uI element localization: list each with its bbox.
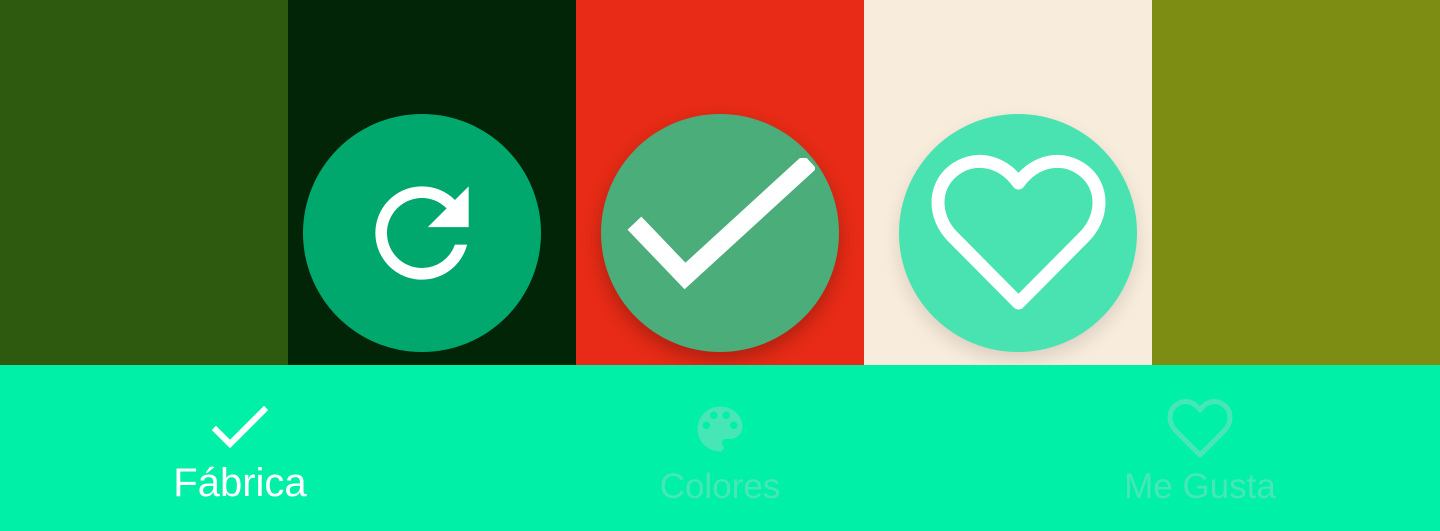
color-swatch-5[interactable] [1152, 0, 1440, 365]
nav-item-colores[interactable]: Colores [480, 365, 960, 531]
nav-item-me-gusta[interactable]: Me Gusta [960, 365, 1440, 531]
like-button[interactable] [899, 114, 1137, 352]
palette-icon [686, 395, 754, 463]
bottom-navigation: Fábrica Colores Me Gusta [0, 365, 1440, 531]
nav-label-fabrica: Fábrica [173, 461, 307, 505]
check-icon [206, 395, 274, 463]
refresh-button[interactable] [303, 114, 541, 352]
color-swatch-1[interactable] [0, 0, 288, 365]
refresh-icon [375, 186, 469, 280]
heart-outline-icon [1166, 395, 1234, 463]
nav-label-colores: Colores [659, 467, 781, 506]
accept-button[interactable] [601, 114, 839, 352]
check-icon [627, 158, 815, 290]
nav-label-me-gusta: Me Gusta [1124, 467, 1276, 506]
heart-outline-icon [931, 154, 1105, 310]
nav-item-fabrica[interactable]: Fábrica [0, 365, 480, 531]
